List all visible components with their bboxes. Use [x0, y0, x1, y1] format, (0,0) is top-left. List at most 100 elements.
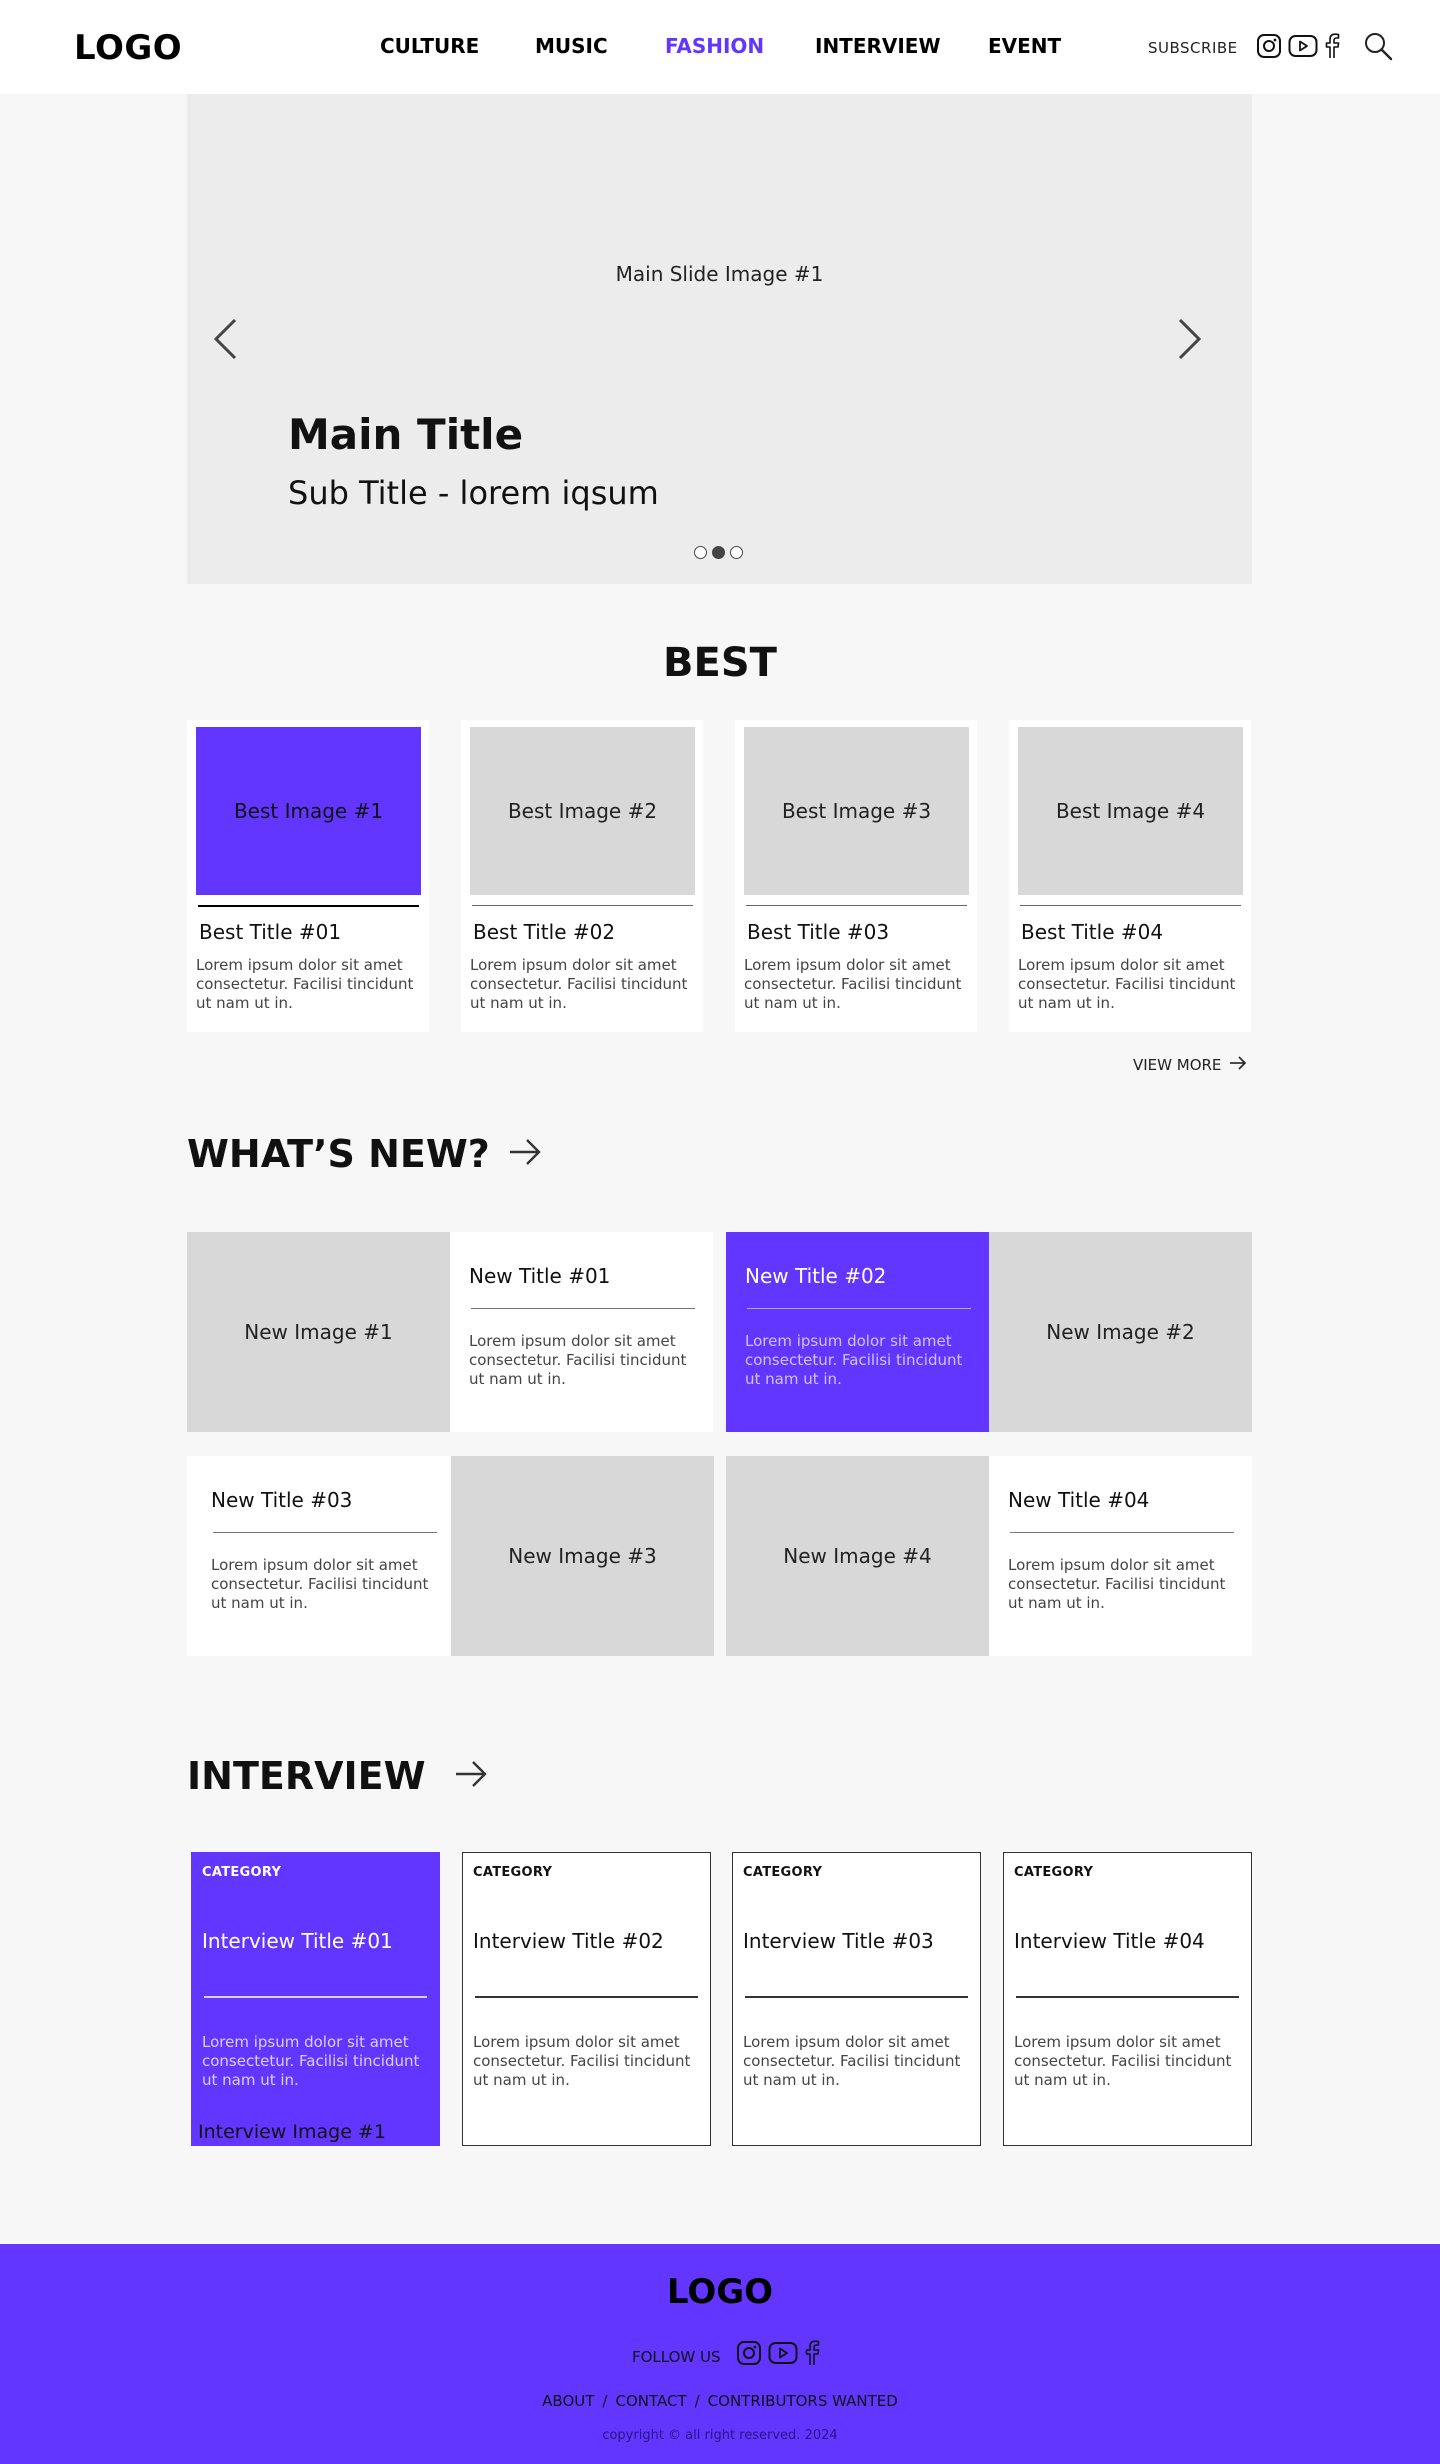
- view-more-label: VIEW MORE: [1133, 1056, 1222, 1074]
- best-title: Best Title #02: [473, 920, 616, 944]
- new-image-1[interactable]: New Image #1: [187, 1232, 450, 1432]
- new-desc: Lorem ipsum dolor sit amet consectetur. …: [211, 1556, 429, 1612]
- facebook-icon[interactable]: [1324, 33, 1340, 63]
- chevron-left-icon[interactable]: [211, 316, 239, 366]
- separator: /: [602, 2392, 608, 2410]
- youtube-icon[interactable]: [1288, 34, 1318, 62]
- whats-new-title: WHAT’S NEW?: [187, 1132, 490, 1176]
- interview-title: INTERVIEW: [187, 1754, 426, 1798]
- divider: [746, 905, 967, 906]
- best-image: Best Image #4: [1018, 727, 1243, 895]
- subscribe-link[interactable]: SUBSCRIBE: [1148, 39, 1238, 57]
- new-desc: Lorem ipsum dolor sit amet consectetur. …: [469, 1332, 687, 1388]
- header-logo[interactable]: LOGO: [74, 28, 182, 68]
- hero-image-label: Main Slide Image #1: [615, 262, 824, 286]
- nav-culture[interactable]: CULTURE: [380, 34, 479, 58]
- site-footer: LOGO FOLLOW US ABOUT / CONTACT / CONTRIBUTOR…: [0, 2244, 1440, 2464]
- site-header: LOGO CULTURE MUSIC FASHION INTERVIEW EVE…: [0, 0, 1440, 94]
- divider: [747, 1308, 971, 1309]
- best-desc: Lorem ipsum dolor sit amet consectetur. …: [470, 956, 688, 1012]
- nav-event[interactable]: EVENT: [988, 34, 1061, 58]
- best-desc: Lorem ipsum dolor sit amet consectetur. …: [1018, 956, 1236, 1012]
- divider: [745, 1996, 968, 1998]
- slide-dot-2[interactable]: [712, 546, 725, 559]
- arrow-right-icon: [508, 1132, 542, 1176]
- best-desc: Lorem ipsum dolor sit amet consectetur. …: [196, 956, 414, 1012]
- footer-logo[interactable]: LOGO: [0, 2272, 1440, 2312]
- footer-social-icons: [736, 2340, 820, 2370]
- hero-slider: Main Slide Image #1 Main Title Sub Title…: [187, 94, 1252, 584]
- whats-new-heading[interactable]: WHAT’S NEW?: [187, 1132, 542, 1176]
- best-title: Best Title #04: [1021, 920, 1164, 944]
- separator: /: [694, 2392, 700, 2410]
- best-grid: Best Image #1 Best Title #01 Lorem ipsum…: [187, 720, 1252, 1032]
- divider: [204, 1996, 427, 1998]
- interview-desc: Lorem ipsum dolor sit amet consectetur. …: [202, 2033, 420, 2089]
- new-image-4[interactable]: New Image #4: [726, 1456, 989, 1656]
- new-item-2[interactable]: New Title #02 Lorem ipsum dolor sit amet…: [726, 1232, 989, 1432]
- nav-interview[interactable]: INTERVIEW: [815, 34, 941, 58]
- instagram-icon[interactable]: [1256, 33, 1282, 63]
- new-item-4[interactable]: New Title #04 Lorem ipsum dolor sit amet…: [989, 1456, 1252, 1656]
- hero-subtitle: Sub Title - lorem iqsum: [288, 474, 659, 512]
- nav-fashion[interactable]: FASHION: [665, 34, 764, 58]
- new-title: New Title #02: [745, 1264, 887, 1288]
- new-title: New Title #01: [469, 1264, 611, 1288]
- hero-title: Main Title: [288, 410, 524, 459]
- interview-card-title: Interview Title #03: [743, 1929, 934, 1953]
- best-card-2[interactable]: Best Image #2 Best Title #02 Lorem ipsum…: [461, 720, 703, 1032]
- arrow-right-icon: [1229, 1055, 1247, 1075]
- footer-links: ABOUT / CONTACT / CONTRIBUTORS WANTED: [0, 2392, 1440, 2410]
- interview-card-4[interactable]: CATEGORY Interview Title #04 Lorem ipsum…: [1003, 1852, 1252, 2146]
- copyright: copyright © all right reserved. 2024: [602, 2428, 838, 2443]
- interview-desc: Lorem ipsum dolor sit amet consectetur. …: [743, 2033, 961, 2089]
- best-card-4[interactable]: Best Image #4 Best Title #04 Lorem ipsum…: [1009, 720, 1251, 1032]
- arrow-right-icon: [454, 1754, 488, 1798]
- interview-heading[interactable]: INTERVIEW: [187, 1754, 488, 1798]
- slide-dot-3[interactable]: [730, 546, 743, 559]
- facebook-icon[interactable]: [804, 2340, 820, 2370]
- new-item-3[interactable]: New Title #03 Lorem ipsum dolor sit amet…: [187, 1456, 450, 1656]
- best-title: Best Title #03: [747, 920, 890, 944]
- interview-category: CATEGORY: [202, 1865, 282, 1880]
- new-desc: Lorem ipsum dolor sit amet consectetur. …: [1008, 1556, 1226, 1612]
- best-desc: Lorem ipsum dolor sit amet consectetur. …: [744, 956, 962, 1012]
- interview-card-title: Interview Title #01: [202, 1929, 393, 1953]
- youtube-icon[interactable]: [768, 2341, 798, 2369]
- footer-link-contact[interactable]: CONTACT: [615, 2392, 686, 2410]
- new-item-1[interactable]: New Title #01 Lorem ipsum dolor sit amet…: [450, 1232, 713, 1432]
- interview-card-1[interactable]: CATEGORY Interview Title #01 Lorem ipsum…: [191, 1852, 440, 2146]
- footer-link-about[interactable]: ABOUT: [542, 2392, 594, 2410]
- slide-dot-1[interactable]: [694, 546, 707, 559]
- nav-music[interactable]: MUSIC: [535, 34, 608, 58]
- new-title: New Title #03: [211, 1488, 353, 1512]
- best-heading: BEST: [663, 640, 777, 686]
- interview-desc: Lorem ipsum dolor sit amet consectetur. …: [473, 2033, 691, 2089]
- best-title: Best Title #01: [199, 920, 342, 944]
- interview-card-2[interactable]: CATEGORY Interview Title #02 Lorem ipsum…: [462, 1852, 711, 2146]
- divider: [1010, 1532, 1234, 1533]
- view-more-link[interactable]: VIEW MORE: [1133, 1055, 1247, 1075]
- slide-dots: [694, 546, 743, 559]
- new-image-2[interactable]: New Image #2: [989, 1232, 1252, 1432]
- instagram-icon[interactable]: [736, 2340, 762, 2370]
- divider: [471, 1308, 695, 1309]
- interview-category: CATEGORY: [743, 1865, 823, 1880]
- best-card-1[interactable]: Best Image #1 Best Title #01 Lorem ipsum…: [187, 720, 429, 1032]
- divider: [1020, 905, 1241, 906]
- interview-card-title: Interview Title #02: [473, 1929, 664, 1953]
- best-card-3[interactable]: Best Image #3 Best Title #03 Lorem ipsum…: [735, 720, 977, 1032]
- search-icon[interactable]: [1362, 30, 1394, 66]
- footer-link-contributors[interactable]: CONTRIBUTORS WANTED: [708, 2392, 898, 2410]
- chevron-right-icon[interactable]: [1176, 316, 1204, 366]
- header-social-icons: [1256, 33, 1340, 63]
- new-image-3[interactable]: New Image #3: [451, 1456, 714, 1656]
- interview-category: CATEGORY: [1014, 1865, 1094, 1880]
- divider: [1016, 1996, 1239, 1998]
- divider: [213, 1532, 437, 1533]
- best-image: Best Image #2: [470, 727, 695, 895]
- new-desc: Lorem ipsum dolor sit amet consectetur. …: [745, 1332, 963, 1388]
- interview-desc: Lorem ipsum dolor sit amet consectetur. …: [1014, 2033, 1232, 2089]
- interview-card-title: Interview Title #04: [1014, 1929, 1205, 1953]
- interview-card-3[interactable]: CATEGORY Interview Title #03 Lorem ipsum…: [732, 1852, 981, 2146]
